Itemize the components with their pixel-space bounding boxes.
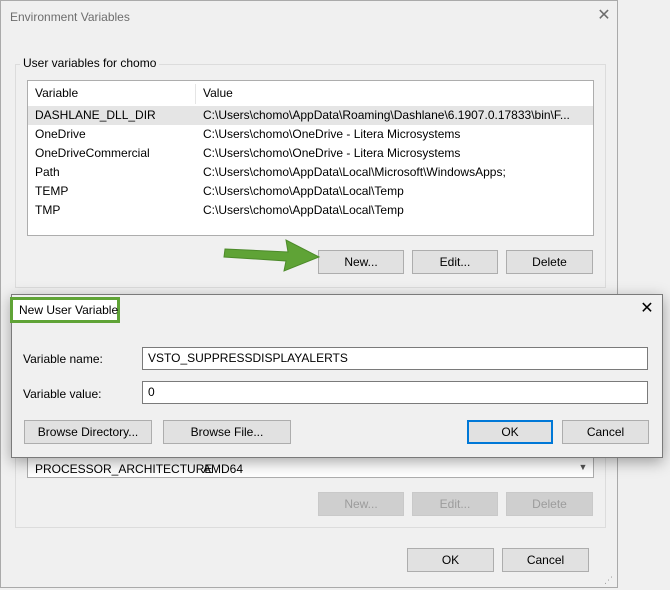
system-new-button[interactable]: New... [318, 492, 404, 516]
row-value: C:\Users\chomo\AppData\Roaming\Dashlane\… [203, 108, 570, 122]
table-row[interactable]: OneDriveCommercial C:\Users\chomo\OneDri… [28, 144, 593, 163]
row-value: C:\Users\chomo\OneDrive - Litera Microsy… [203, 146, 461, 160]
system-edit-button[interactable]: Edit... [412, 492, 498, 516]
variable-value-input[interactable]: 0 [142, 381, 648, 404]
system-delete-button[interactable]: Delete [506, 492, 593, 516]
dialog-title: New User Variable [19, 303, 119, 317]
env-ok-button[interactable]: OK [407, 548, 494, 572]
user-variables-label: User variables for chomo [20, 56, 160, 70]
row-variable: OneDrive [35, 127, 86, 141]
row-value: C:\Users\chomo\OneDrive - Litera Microsy… [203, 127, 461, 141]
row-value: C:\Users\chomo\AppData\Local\Temp [203, 184, 404, 198]
row-variable: PROCESSOR_ARCHITECTURE [35, 462, 213, 476]
close-icon[interactable]: ✕ [638, 300, 656, 318]
close-icon[interactable]: ✕ [596, 8, 612, 24]
row-value: C:\Users\chomo\AppData\Local\Microsoft\W… [203, 165, 506, 179]
user-new-button[interactable]: New... [318, 250, 404, 274]
scroll-down-icon[interactable]: ▼ [576, 460, 590, 474]
row-variable: DASHLANE_DLL_DIR [35, 108, 156, 122]
column-header-variable[interactable]: Variable [35, 86, 78, 100]
row-variable: TEMP [35, 184, 69, 198]
env-cancel-button[interactable]: Cancel [502, 548, 589, 572]
row-value: C:\Users\chomo\AppData\Local\Temp [203, 203, 404, 217]
row-variable: OneDriveCommercial [35, 146, 150, 160]
row-value: AMD64 [203, 462, 244, 476]
column-header-value[interactable]: Value [203, 86, 233, 100]
cancel-button[interactable]: Cancel [562, 420, 649, 444]
green-arrow-icon [223, 239, 321, 272]
table-row[interactable]: TEMP C:\Users\chomo\AppData\Local\Temp [28, 182, 593, 201]
resize-grip-icon[interactable]: ⋰ [604, 574, 616, 586]
user-delete-button[interactable]: Delete [506, 250, 593, 274]
variable-name-label: Variable name: [23, 352, 103, 366]
browse-directory-button[interactable]: Browse Directory... [24, 420, 152, 444]
table-row[interactable]: PROCESSOR_ARCHITECTURE AMD64 [28, 460, 576, 479]
table-row[interactable]: TMP C:\Users\chomo\AppData\Local\Temp [28, 201, 593, 220]
browse-file-button[interactable]: Browse File... [163, 420, 291, 444]
user-edit-button[interactable]: Edit... [412, 250, 498, 274]
table-row[interactable]: DASHLANE_DLL_DIR C:\Users\chomo\AppData\… [28, 106, 593, 125]
row-variable: TMP [35, 203, 61, 217]
column-divider [195, 84, 196, 104]
variable-name-input[interactable]: VSTO_SUPPRESSDISPLAYALERTS [142, 347, 648, 370]
row-variable: Path [35, 165, 60, 179]
window-title: Environment Variables [10, 10, 130, 24]
table-row[interactable]: OneDrive C:\Users\chomo\OneDrive - Liter… [28, 125, 593, 144]
table-row[interactable]: Path C:\Users\chomo\AppData\Local\Micros… [28, 163, 593, 182]
ok-button[interactable]: OK [467, 420, 553, 444]
variable-value-label: Variable value: [23, 387, 102, 401]
